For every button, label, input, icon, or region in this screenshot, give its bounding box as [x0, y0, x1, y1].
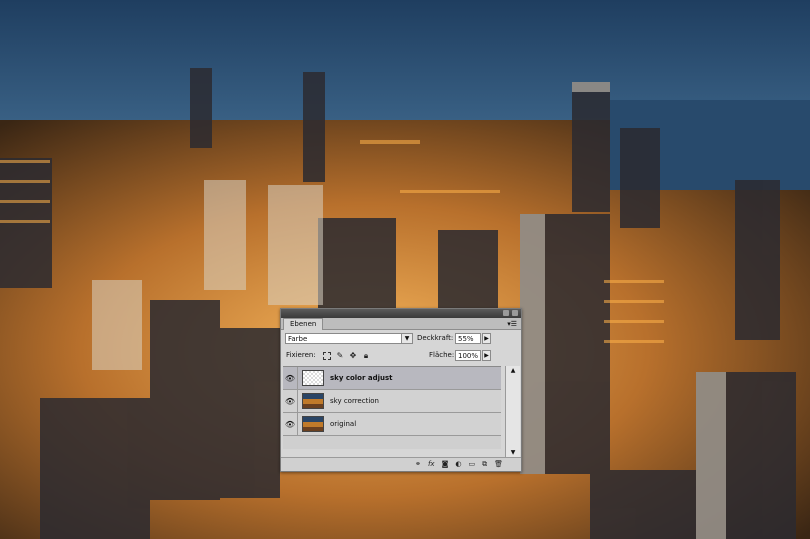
trash-icon[interactable]: 🗑︎ [494, 460, 503, 469]
layer-scrollbar[interactable]: ▲ ▼ [505, 366, 520, 458]
fx-icon[interactable]: fx [428, 460, 435, 469]
fill-slider-arrow-icon[interactable]: ▶ [482, 350, 491, 361]
opacity-label: Deckkraft: [417, 334, 454, 342]
layer-thumbnail [302, 370, 324, 386]
link-icon[interactable]: ⚭ [415, 460, 421, 469]
scroll-up-icon[interactable]: ▲ [506, 366, 520, 376]
panel-tabbar: Ebenen ▾☰ [281, 318, 521, 330]
lock-label: Fixieren: [286, 351, 316, 359]
opacity-input[interactable]: 55% [455, 333, 481, 344]
chevron-down-icon: ▼ [401, 334, 412, 343]
blend-row: Farbe ▼ Deckkraft: 55% ▶ [281, 330, 521, 348]
layer-row[interactable]: 👁︎ sky correction [283, 390, 501, 413]
mask-icon[interactable]: ◙ [442, 460, 449, 469]
layer-row[interactable]: 👁︎ sky color adjust [283, 367, 501, 390]
adjustment-icon[interactable]: ◐ [455, 460, 461, 469]
eye-icon[interactable]: 👁︎ [283, 390, 298, 412]
layer-thumbnail [302, 393, 324, 409]
eye-icon[interactable]: 👁︎ [283, 413, 298, 435]
blend-mode-value: Farbe [288, 335, 308, 343]
layer-thumbnail [302, 416, 324, 432]
layer-name: original [330, 420, 357, 428]
panel-bottom-toolbar: ⚭ fx ◙ ◐ ▭ ⧉ 🗑︎ [281, 457, 521, 471]
lock-transparency-icon[interactable] [323, 351, 331, 360]
layer-name: sky correction [330, 397, 379, 405]
collapse-icon[interactable] [503, 310, 509, 316]
layer-name: sky color adjust [330, 374, 393, 382]
layers-panel: Ebenen ▾☰ Farbe ▼ Deckkraft: 55% ▶ Fixie… [280, 308, 522, 472]
fill-input[interactable]: 100% [455, 350, 481, 361]
lock-all-icon[interactable]: 🔒︎ [362, 351, 370, 360]
layer-list: 👁︎ sky color adjust 👁︎ sky correction 👁︎… [283, 366, 501, 449]
opacity-slider-arrow-icon[interactable]: ▶ [482, 333, 491, 344]
panel-titlebar[interactable] [281, 309, 521, 318]
blend-mode-select[interactable]: Farbe ▼ [285, 333, 413, 344]
tab-layers[interactable]: Ebenen [283, 318, 324, 330]
layer-row[interactable]: 👁︎ original [283, 413, 501, 436]
lock-row: Fixieren: ✎ ✥ 🔒︎ Fläche: 100% ▶ [281, 348, 521, 366]
new-layer-icon[interactable]: ⧉ [482, 460, 487, 469]
close-icon[interactable] [512, 310, 518, 316]
lock-brush-icon[interactable]: ✎ [336, 351, 344, 360]
panel-menu-icon[interactable]: ▾☰ [507, 320, 517, 328]
folder-icon[interactable]: ▭ [468, 460, 475, 469]
lock-move-icon[interactable]: ✥ [349, 351, 357, 360]
fill-label: Fläche: [429, 351, 455, 359]
eye-icon[interactable]: 👁︎ [283, 367, 298, 389]
